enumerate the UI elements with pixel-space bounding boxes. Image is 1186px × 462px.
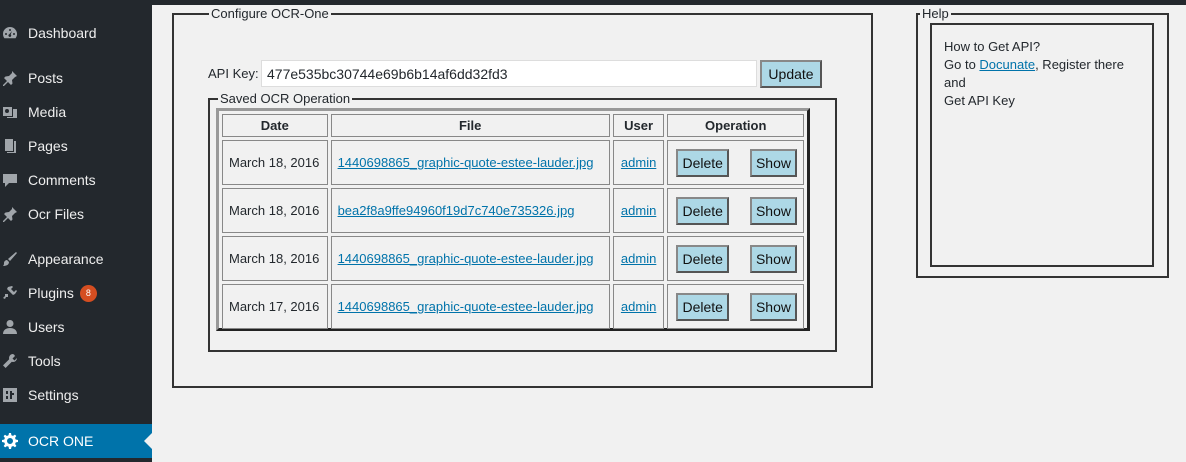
- update-count-badge: 8: [79, 284, 97, 302]
- show-button[interactable]: Show: [749, 292, 797, 321]
- date-cell: March 18, 2016: [222, 188, 328, 233]
- dashboard-icon: [2, 25, 18, 41]
- admin-sidebar: Dashboard Posts Media Pages Comments Ocr…: [0, 0, 152, 462]
- show-button[interactable]: Show: [749, 148, 797, 177]
- sidebar-item-plugins[interactable]: Plugins 8: [0, 276, 152, 310]
- user-link[interactable]: admin: [621, 155, 656, 170]
- sidebar-item-dashboard[interactable]: Dashboard: [0, 16, 152, 50]
- file-link[interactable]: 1440698865_graphic-quote-estee-lauder.jp…: [338, 155, 594, 170]
- sidebar-item-pages[interactable]: Pages: [0, 129, 152, 163]
- user-link[interactable]: admin: [621, 299, 656, 314]
- show-button[interactable]: Show: [749, 244, 797, 273]
- wrench-icon: [2, 353, 18, 369]
- file-link[interactable]: bea2f8a9ffe94960f19d7c740e735326.jpg: [338, 203, 575, 218]
- pin-icon: [2, 70, 18, 86]
- table-row: March 18, 2016 1440698865_graphic-quote-…: [222, 140, 804, 185]
- delete-button[interactable]: Delete: [676, 292, 729, 321]
- sidebar-item-label: Users: [28, 319, 65, 335]
- table-row: March 18, 2016 bea2f8a9ffe94960f19d7c740…: [222, 188, 804, 233]
- column-header-date: Date: [222, 114, 328, 137]
- help-legend: Help: [920, 6, 951, 22]
- sidebar-item-label: Ocr Files: [28, 206, 84, 222]
- sidebar-item-settings[interactable]: Settings: [0, 378, 152, 412]
- column-header-user: User: [612, 114, 665, 137]
- sidebar-item-label: Tools: [28, 353, 61, 369]
- plugin-icon: [2, 285, 18, 301]
- sidebar-item-tools[interactable]: Tools: [0, 344, 152, 378]
- table-row: March 18, 2016 1440698865_graphic-quote-…: [222, 236, 804, 281]
- admin-bar: [0, 0, 1186, 5]
- help-question: How to Get API?: [944, 39, 1041, 54]
- sidebar-item-label: Pages: [28, 138, 68, 154]
- sidebar-item-label: Settings: [28, 387, 79, 403]
- help-instructions: Go to Docunate, Register there and: [944, 56, 1140, 92]
- sidebar-item-label: Dashboard: [28, 25, 97, 41]
- file-link[interactable]: 1440698865_graphic-quote-estee-lauder.jp…: [338, 299, 594, 314]
- sidebar-item-label: Posts: [28, 70, 64, 86]
- table-header-row: Date File User Operation: [222, 114, 804, 137]
- sidebar-item-media[interactable]: Media: [0, 95, 152, 129]
- help-text: Go to: [944, 57, 980, 72]
- help-box: How to Get API? Go to Docunate, Register…: [930, 23, 1154, 267]
- pages-icon: [2, 138, 18, 154]
- sidebar-item-label: Appearance: [28, 251, 104, 267]
- date-cell: March 18, 2016: [222, 140, 328, 185]
- sidebar-item-ocr-files[interactable]: Ocr Files: [0, 197, 152, 231]
- update-button[interactable]: Update: [760, 60, 822, 88]
- media-icon: [2, 104, 18, 120]
- date-cell: March 17, 2016: [222, 284, 328, 329]
- table-row: March 17, 2016 1440698865_graphic-quote-…: [222, 284, 804, 329]
- delete-button[interactable]: Delete: [676, 196, 729, 225]
- configure-legend: Configure OCR-One: [209, 6, 331, 22]
- file-link[interactable]: 1440698865_graphic-quote-estee-lauder.jp…: [338, 251, 594, 266]
- comment-icon: [2, 172, 18, 188]
- sidebar-item-users[interactable]: Users: [0, 310, 152, 344]
- user-icon: [2, 319, 18, 335]
- settings-icon: [2, 387, 18, 403]
- help-get-key: Get API Key: [944, 93, 1015, 108]
- saved-operations-table: Date File User Operation March 18, 2016 …: [216, 108, 810, 331]
- column-header-operation: Operation: [667, 114, 804, 137]
- docunate-link[interactable]: Docunate: [979, 57, 1035, 72]
- delete-button[interactable]: Delete: [676, 148, 729, 177]
- date-cell: March 18, 2016: [222, 236, 328, 281]
- api-key-input[interactable]: [261, 60, 757, 87]
- brush-icon: [2, 251, 18, 267]
- gear-icon: [2, 433, 18, 449]
- user-link[interactable]: admin: [621, 203, 656, 218]
- delete-button[interactable]: Delete: [676, 244, 729, 273]
- pin-icon: [2, 206, 18, 222]
- sidebar-item-comments[interactable]: Comments: [0, 163, 152, 197]
- sidebar-item-appearance[interactable]: Appearance: [0, 242, 152, 276]
- api-key-label: API Key:: [208, 66, 259, 81]
- sidebar-item-posts[interactable]: Posts: [0, 61, 152, 95]
- saved-operations-legend: Saved OCR Operation: [218, 91, 353, 107]
- sidebar-item-ocr-one[interactable]: OCR ONE: [0, 424, 152, 458]
- sidebar-item-label: Comments: [28, 172, 96, 188]
- sidebar-item-label: OCR ONE: [28, 433, 94, 449]
- sidebar-item-label: Plugins: [28, 285, 74, 301]
- show-button[interactable]: Show: [749, 196, 797, 225]
- column-header-file: File: [330, 114, 610, 137]
- sidebar-item-label: Media: [28, 104, 67, 120]
- user-link[interactable]: admin: [621, 251, 656, 266]
